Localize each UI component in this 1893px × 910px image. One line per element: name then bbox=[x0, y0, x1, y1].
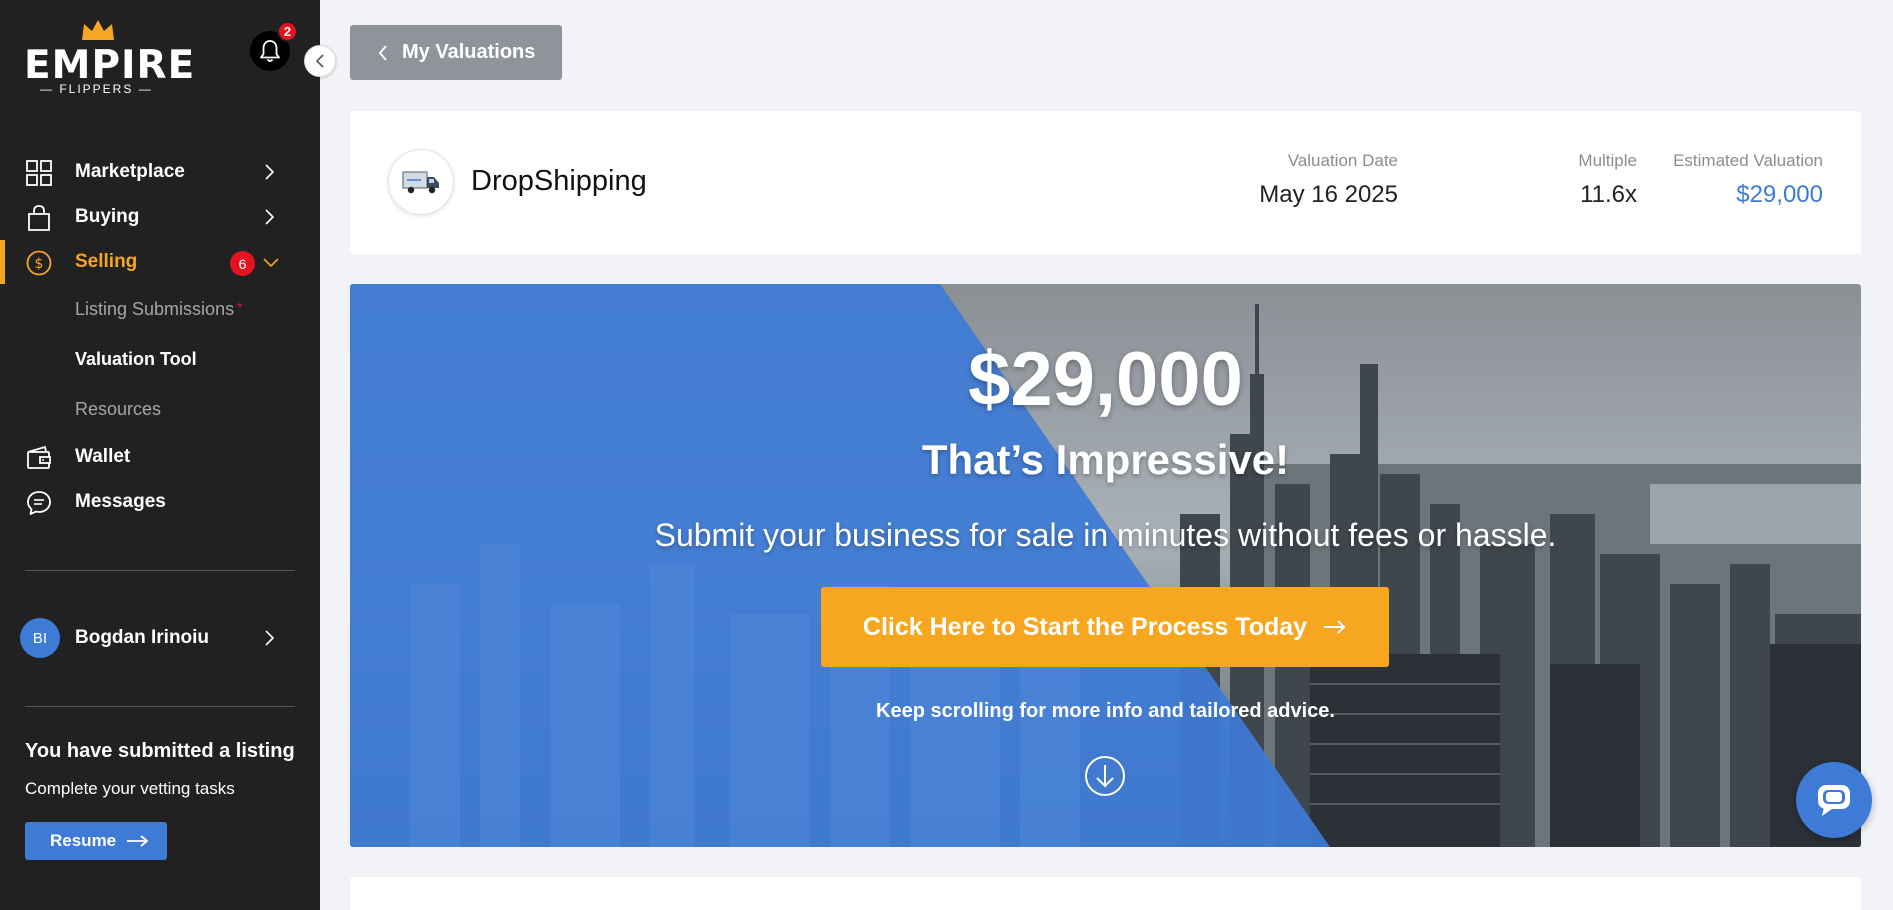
chat-icon bbox=[1818, 785, 1850, 816]
dollar-circle-icon: $ bbox=[26, 250, 52, 276]
delivery-truck-icon bbox=[402, 171, 439, 194]
my-valuations-back-button[interactable]: My Valuations bbox=[350, 25, 562, 80]
wallet-icon bbox=[27, 445, 51, 469]
business-name: DropShipping bbox=[471, 165, 647, 197]
listing-submitted-title: You have submitted a listing bbox=[25, 740, 295, 762]
notification-count-badge: 2 bbox=[277, 21, 298, 42]
arrow-right-icon bbox=[1324, 620, 1346, 634]
sidebar-item-marketplace[interactable]: Marketplace bbox=[0, 150, 320, 194]
stat-value: 11.6x bbox=[1580, 181, 1637, 208]
stat-label: Multiple bbox=[1578, 151, 1637, 170]
estimated-valuation-stat: Estimated Valuation $29,000 bbox=[1673, 151, 1823, 209]
sidebar-item-label: Buying bbox=[75, 206, 140, 227]
chevron-left-icon bbox=[315, 54, 324, 68]
bell-icon bbox=[260, 40, 280, 62]
required-marker: * bbox=[237, 299, 243, 315]
sidebar-subitem-listing-submissions[interactable]: Listing Submissions * bbox=[75, 299, 243, 320]
sidebar-divider bbox=[25, 570, 295, 571]
sidebar-item-buying[interactable]: Buying bbox=[0, 195, 320, 239]
sidebar-subitem-valuation-tool[interactable]: Valuation Tool bbox=[75, 349, 197, 370]
chevron-right-icon bbox=[265, 164, 275, 180]
next-section-card bbox=[350, 877, 1861, 910]
business-avatar bbox=[388, 149, 454, 215]
sidebar-item-label: Wallet bbox=[75, 446, 131, 467]
hero-title: That’s Impressive! bbox=[921, 436, 1290, 483]
sidebar-subitem-label: Valuation Tool bbox=[75, 349, 197, 369]
user-menu[interactable]: BI Bogdan Irinoiu bbox=[0, 615, 320, 661]
sidebar-subitem-label: Resources bbox=[75, 399, 162, 419]
live-chat-button[interactable] bbox=[1796, 762, 1872, 838]
stat-label: Estimated Valuation bbox=[1673, 151, 1823, 170]
start-process-label: Click Here to Start the Process Today bbox=[862, 612, 1308, 641]
back-button-label: My Valuations bbox=[402, 41, 536, 63]
active-indicator bbox=[0, 240, 5, 284]
sidebar: EMPIRE — FLIPPERS — 2 Marketplace Buying bbox=[0, 0, 320, 910]
hero-valuation-amount: $29,000 bbox=[968, 337, 1243, 422]
scroll-hint: Keep scrolling for more info and tailore… bbox=[876, 700, 1335, 722]
grid-icon bbox=[26, 160, 52, 186]
sidebar-item-wallet[interactable]: Wallet bbox=[0, 435, 320, 479]
empire-flippers-logo[interactable]: EMPIRE — FLIPPERS — bbox=[24, 18, 194, 98]
sidebar-item-label: Marketplace bbox=[75, 161, 185, 182]
chevron-right-icon bbox=[265, 630, 275, 646]
stat-value: May 16 2025 bbox=[1259, 181, 1398, 208]
stat-value: $29,000 bbox=[1736, 181, 1823, 208]
arrow-down-circle-icon[interactable] bbox=[1084, 755, 1126, 797]
sidebar-item-selling[interactable]: $ Selling 6 bbox=[0, 240, 320, 284]
sidebar-item-label: Messages bbox=[75, 491, 166, 512]
multiple-stat: Multiple 11.6x bbox=[1578, 151, 1637, 209]
resume-button-label: Resume bbox=[50, 831, 117, 850]
stat-label: Valuation Date bbox=[1287, 151, 1398, 170]
selling-count-badge: 6 bbox=[230, 251, 255, 276]
start-process-button[interactable]: Click Here to Start the Process Today bbox=[821, 587, 1389, 667]
crown-icon bbox=[82, 20, 114, 40]
chat-bubble-icon bbox=[27, 491, 51, 515]
hero-subtitle: Submit your business for sale in minutes… bbox=[654, 517, 1557, 553]
user-name: Bogdan Irinoiu bbox=[75, 627, 210, 648]
svg-text:$: $ bbox=[35, 256, 44, 272]
shopping-bag-icon bbox=[28, 205, 50, 231]
resume-button[interactable]: Resume bbox=[25, 822, 167, 860]
sidebar-divider bbox=[25, 706, 295, 707]
valuation-date-stat: Valuation Date May 16 2025 bbox=[1259, 151, 1398, 209]
sidebar-subitem-resources[interactable]: Resources bbox=[75, 399, 161, 420]
logo-wordmark: EMPIRE bbox=[24, 43, 196, 88]
valuation-hero-banner: $29,000 That’s Impressive! Submit your b… bbox=[350, 284, 1861, 847]
collapse-sidebar-button[interactable] bbox=[304, 45, 336, 77]
arrow-right-icon bbox=[127, 835, 149, 847]
sidebar-item-label: Selling bbox=[75, 251, 138, 272]
logo-subtitle: — FLIPPERS — bbox=[40, 82, 153, 96]
chevron-right-icon bbox=[265, 209, 275, 225]
chevron-down-icon bbox=[263, 258, 279, 268]
hero-content: $29,000 That’s Impressive! Submit your b… bbox=[350, 284, 1861, 847]
avatar: BI bbox=[20, 618, 60, 658]
valuation-summary-card: DropShipping Valuation Date May 16 2025 … bbox=[350, 111, 1861, 254]
sidebar-subitem-label: Listing Submissions bbox=[75, 299, 235, 319]
sidebar-item-messages[interactable]: Messages bbox=[0, 480, 320, 524]
chevron-left-icon bbox=[378, 44, 387, 61]
listing-submitted-subtitle: Complete your vetting tasks bbox=[25, 779, 235, 798]
